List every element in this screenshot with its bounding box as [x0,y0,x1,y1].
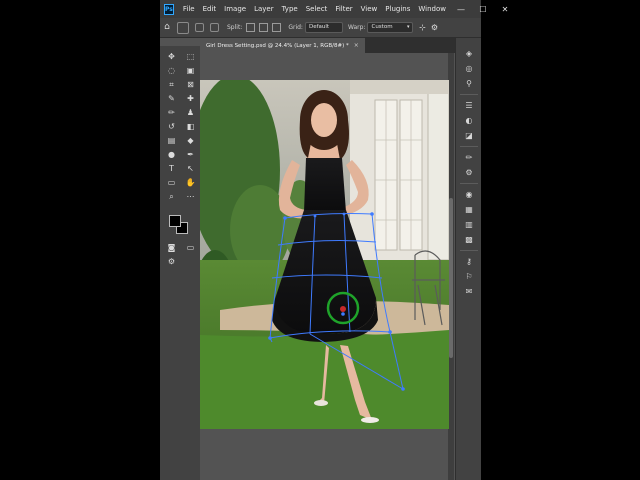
window-panel [427,89,449,261]
menu-window[interactable]: Window [414,0,450,18]
foreground-color-swatch[interactable] [169,215,181,227]
minimize-button[interactable]: — [450,5,472,14]
menu-plugins[interactable]: Plugins [381,0,414,18]
undo-warp-icon[interactable] [210,23,219,32]
split-label: Split: [227,24,243,31]
grid-label: Grid: [288,24,303,31]
comments-icon[interactable]: ✉ [456,284,482,299]
pen-tool[interactable]: ✒ [182,148,199,161]
menu-layer[interactable]: Layer [250,0,278,18]
grid-select-value: Default [308,24,330,30]
dodge-tool[interactable]: ● [163,148,180,161]
eraser-tool[interactable]: ◧ [182,120,199,133]
adjustments-icon[interactable]: ☰ [456,98,482,113]
screen-mode-icon[interactable]: ▭ [182,241,199,254]
history-brush-tool[interactable]: ↺ [163,120,180,133]
window-controls: — ☐ ✕ [450,5,516,14]
roof-eave [350,80,449,94]
settings-gear-icon[interactable]: ⚙ [428,21,440,34]
menu-filter[interactable]: Filter [331,0,356,18]
panel-divider [459,146,478,147]
tab-close-icon[interactable]: × [354,42,359,49]
warp-mode-icon[interactable]: ⊹ [416,21,428,34]
swatches-icon[interactable]: ▦ [456,202,482,217]
paths-icon[interactable]: ⚲ [456,76,482,91]
path-select-tool[interactable]: ↖ [182,162,199,175]
dress-bodice [304,158,346,212]
document-tab-title: Girl Dress Setting.psd @ 24.4% (Layer 1,… [206,42,349,49]
panel-divider [459,183,478,184]
styles-icon[interactable]: ◪ [456,128,482,143]
warp-select-value: Custom [371,24,393,30]
close-button[interactable]: ✕ [494,5,516,14]
more-tools[interactable]: ⋯ [182,190,199,203]
brush-tool[interactable]: ✏ [163,106,180,119]
document-tab-bar: Girl Dress Setting.psd @ 24.4% (Layer 1,… [200,38,455,53]
home-icon[interactable]: ⌂ [160,21,174,34]
tool-grid: ✥ ⬚ ◌ ▣ ⌗ ⊠ ✎ ✚ ✏ ♟ ↺ ◧ ▤ ◆ ● ✒ T ↖ ▭ ✋ ⌕ ⋯ [160,46,200,207]
menu-select[interactable]: Select [302,0,332,18]
right-shoe [361,417,379,423]
lasso-tool[interactable]: ◌ [163,64,180,77]
menu-edit[interactable]: Edit [199,0,221,18]
libraries-icon[interactable]: ⚷ [456,254,482,269]
eyedropper-tool[interactable]: ✎ [163,92,180,105]
edit-toolbar-icon[interactable]: ⚙ [163,255,180,268]
warp-label: Warp: [347,24,366,31]
transform-icon[interactable] [195,23,204,32]
frame-tool[interactable]: ⊠ [182,78,199,91]
photoshop-logo: Ps [164,3,174,15]
photo-scene [200,80,449,429]
maximize-button[interactable]: ☐ [472,5,494,14]
right-panel-dock: ◈ ◎ ⚲ ☰ ◐ ◪ ✏ ⚙ ◉ ▦ ▥ ▩ ⚷ ⚐ ✉ [455,38,481,480]
gradient-tool[interactable]: ▤ [163,134,180,147]
panel-divider [459,94,478,95]
brushes-icon[interactable]: ⚙ [456,165,482,180]
options-bar: ⌂ Split: Grid: Default Warp: Custom ▾ ⊹ … [160,18,481,38]
gradients-icon[interactable]: ▥ [456,217,482,232]
layers-icon[interactable]: ◈ [456,46,482,61]
chevron-down-icon: ▾ [406,24,410,30]
split-vertical-icon[interactable] [259,23,269,32]
color-icon[interactable]: ◉ [456,187,482,202]
move-tool[interactable]: ✥ [163,50,180,63]
healing-brush-tool[interactable]: ✚ [182,92,199,105]
menu-view[interactable]: View [357,0,382,18]
menu-bar: Ps File Edit Image Layer Type Select Fil… [160,0,508,18]
patterns-icon[interactable]: ▩ [456,232,482,247]
warp-select[interactable]: Custom ▾ [367,22,414,33]
blur-tool[interactable]: ◆ [182,134,199,147]
menu-type[interactable]: Type [278,0,302,18]
scrollbar-thumb[interactable] [449,198,453,358]
tools-panel: ✥ ⬚ ◌ ▣ ⌗ ⊠ ✎ ✚ ✏ ♟ ↺ ◧ ▤ ◆ ● ✒ T ↖ ▭ ✋ ⌕ ⋯ ◙ ▭ ⚙ [160,46,200,480]
channels-icon[interactable]: ◎ [456,61,482,76]
shape-tool[interactable]: ▭ [163,176,180,189]
menu-image[interactable]: Image [220,0,250,18]
tool-grid-bottom: ◙ ▭ ⚙ [160,239,200,272]
learn-icon[interactable]: ⚐ [456,269,482,284]
warp-pin-center [340,306,346,312]
hand-tool[interactable]: ✋ [182,176,199,189]
tool-preset-icon[interactable] [177,21,189,34]
color-swatches[interactable] [166,213,196,239]
crop-tool[interactable]: ⌗ [163,78,180,91]
grid-select[interactable]: Default [304,22,343,33]
brush-settings-icon[interactable]: ✏ [456,150,482,165]
type-tool[interactable]: T [163,162,180,175]
panel-divider [459,250,478,251]
face [311,103,337,137]
left-shoe [314,400,328,406]
zoom-tool[interactable]: ⌕ [163,190,180,203]
split-horizontal-icon[interactable] [272,23,282,32]
document-tab[interactable]: Girl Dress Setting.psd @ 24.4% (Layer 1,… [200,38,365,53]
properties-icon[interactable]: ◐ [456,113,482,128]
menu-file[interactable]: File [179,0,199,18]
marquee-tool[interactable]: ⬚ [182,50,199,63]
quick-mask-icon[interactable]: ◙ [163,241,180,254]
document-canvas-image[interactable] [200,80,449,429]
split-cross-icon[interactable] [246,23,256,32]
object-select-tool[interactable]: ▣ [182,64,199,77]
clone-stamp-tool[interactable]: ♟ [182,106,199,119]
